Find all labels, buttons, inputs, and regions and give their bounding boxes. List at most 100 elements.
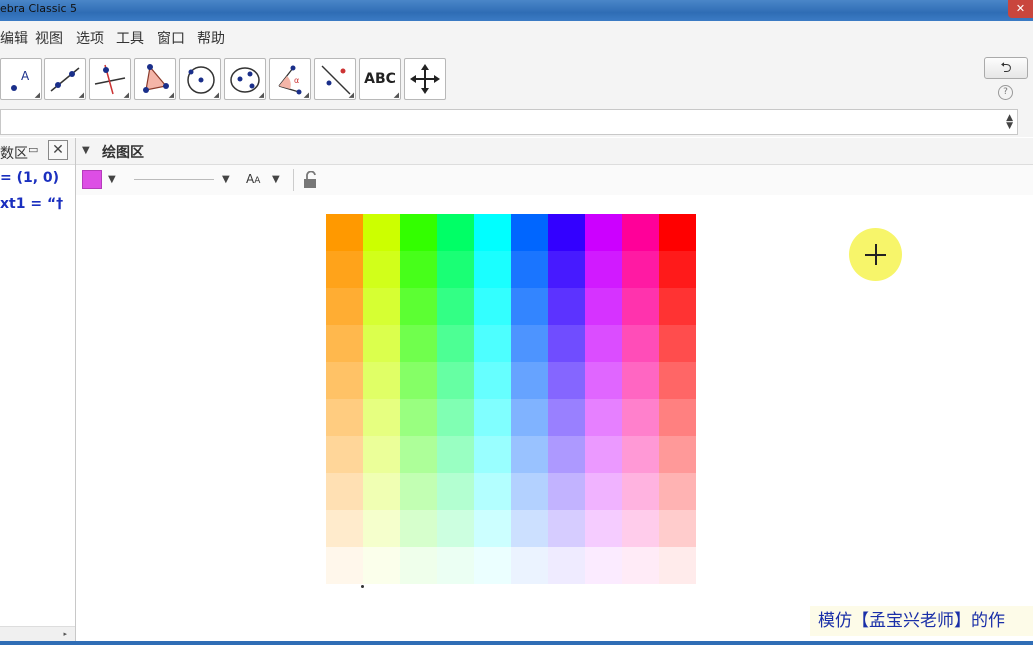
color-cell[interactable] — [474, 399, 511, 436]
menu-help[interactable]: 帮助 — [197, 28, 225, 48]
color-cell[interactable] — [585, 288, 622, 325]
color-cell[interactable] — [585, 325, 622, 362]
menu-window[interactable]: 窗口 — [157, 28, 185, 48]
color-cell[interactable] — [511, 288, 548, 325]
color-cell[interactable] — [585, 251, 622, 288]
color-cell[interactable] — [511, 547, 548, 584]
color-cell[interactable] — [326, 547, 363, 584]
color-cell[interactable] — [585, 214, 622, 251]
color-cell[interactable] — [548, 362, 585, 399]
color-cell[interactable] — [474, 288, 511, 325]
font-size-dropdown-icon[interactable]: ▼ — [272, 174, 280, 185]
color-cell[interactable] — [363, 510, 400, 547]
color-cell[interactable] — [437, 547, 474, 584]
color-cell[interactable] — [511, 399, 548, 436]
line-tool-button[interactable]: ◢ — [44, 58, 86, 100]
color-cell[interactable] — [622, 547, 659, 584]
color-cell[interactable] — [363, 288, 400, 325]
move-graphics-view-tool-button[interactable] — [404, 58, 446, 100]
color-cell[interactable] — [400, 214, 437, 251]
color-cell[interactable] — [659, 362, 696, 399]
color-cell[interactable] — [548, 473, 585, 510]
color-cell[interactable] — [400, 399, 437, 436]
color-cell[interactable] — [326, 214, 363, 251]
color-cell[interactable] — [511, 362, 548, 399]
color-cell[interactable] — [400, 362, 437, 399]
color-cell[interactable] — [659, 473, 696, 510]
color-cell[interactable] — [437, 473, 474, 510]
color-cell[interactable] — [548, 399, 585, 436]
color-cell[interactable] — [363, 325, 400, 362]
color-cell[interactable] — [511, 436, 548, 473]
color-cell[interactable] — [326, 436, 363, 473]
ellipse-tool-button[interactable]: ◢ — [224, 58, 266, 100]
color-cell[interactable] — [585, 547, 622, 584]
polygon-tool-button[interactable]: ◢ — [134, 58, 176, 100]
color-cell[interactable] — [363, 436, 400, 473]
color-cell[interactable] — [363, 362, 400, 399]
color-cell[interactable] — [326, 399, 363, 436]
help-icon[interactable]: ? — [998, 85, 1013, 100]
color-cell[interactable] — [474, 547, 511, 584]
color-cell[interactable] — [622, 362, 659, 399]
color-cell[interactable] — [326, 288, 363, 325]
color-cell[interactable] — [437, 214, 474, 251]
point-tool-button[interactable]: A ◢ — [0, 58, 42, 100]
perpendicular-line-tool-button[interactable]: ◢ — [89, 58, 131, 100]
color-cell[interactable] — [326, 325, 363, 362]
color-cell[interactable] — [363, 547, 400, 584]
color-cell[interactable] — [363, 214, 400, 251]
angle-tool-button[interactable]: α ◢ — [269, 58, 311, 100]
color-cell[interactable] — [622, 510, 659, 547]
color-cell[interactable] — [659, 436, 696, 473]
menu-tools[interactable]: 工具 — [116, 28, 144, 48]
color-cell[interactable] — [659, 399, 696, 436]
menu-view[interactable]: 视图 — [35, 28, 63, 48]
color-cell[interactable] — [622, 325, 659, 362]
color-cell[interactable] — [474, 214, 511, 251]
font-size-icon[interactable]: AA — [246, 172, 260, 186]
color-cell[interactable] — [622, 473, 659, 510]
window-close-button[interactable]: ✕ — [1008, 0, 1033, 18]
reflect-tool-button[interactable]: ◢ — [314, 58, 356, 100]
algebra-item-point[interactable]: = (1, 0) — [0, 170, 72, 186]
color-cell[interactable] — [659, 251, 696, 288]
color-cell[interactable] — [548, 510, 585, 547]
color-cell[interactable] — [585, 362, 622, 399]
restore-window-icon[interactable]: ▭ — [28, 143, 38, 156]
color-cell[interactable] — [622, 214, 659, 251]
collapse-icon[interactable]: ▼ — [82, 145, 90, 156]
color-cell[interactable] — [511, 473, 548, 510]
line-style-dropdown-icon[interactable]: ▼ — [222, 174, 230, 185]
color-cell[interactable] — [437, 436, 474, 473]
color-cell[interactable] — [400, 436, 437, 473]
color-cell[interactable] — [511, 251, 548, 288]
menu-options[interactable]: 选项 — [76, 28, 104, 48]
color-cell[interactable] — [363, 251, 400, 288]
undo-button[interactable]: ⮌ — [984, 57, 1028, 79]
color-cell[interactable] — [363, 473, 400, 510]
color-cell[interactable] — [437, 251, 474, 288]
circle-tool-button[interactable]: ◢ — [179, 58, 221, 100]
color-cell[interactable] — [400, 547, 437, 584]
color-cell[interactable] — [474, 436, 511, 473]
color-cell[interactable] — [437, 510, 474, 547]
color-cell[interactable] — [659, 214, 696, 251]
color-cell[interactable] — [659, 510, 696, 547]
color-cell[interactable] — [548, 547, 585, 584]
color-cell[interactable] — [585, 399, 622, 436]
color-cell[interactable] — [548, 214, 585, 251]
color-cell[interactable] — [400, 251, 437, 288]
color-cell[interactable] — [659, 547, 696, 584]
algebra-item-text[interactable]: xt1 = “† — [0, 196, 72, 212]
point-marker[interactable] — [361, 585, 364, 588]
color-cell[interactable] — [400, 288, 437, 325]
color-cell[interactable] — [326, 251, 363, 288]
color-cell[interactable] — [511, 214, 548, 251]
color-cell[interactable] — [511, 325, 548, 362]
color-cell[interactable] — [437, 325, 474, 362]
color-dropdown-icon[interactable]: ▼ — [108, 174, 116, 185]
color-cell[interactable] — [437, 362, 474, 399]
color-cell[interactable] — [400, 325, 437, 362]
color-cell[interactable] — [400, 473, 437, 510]
